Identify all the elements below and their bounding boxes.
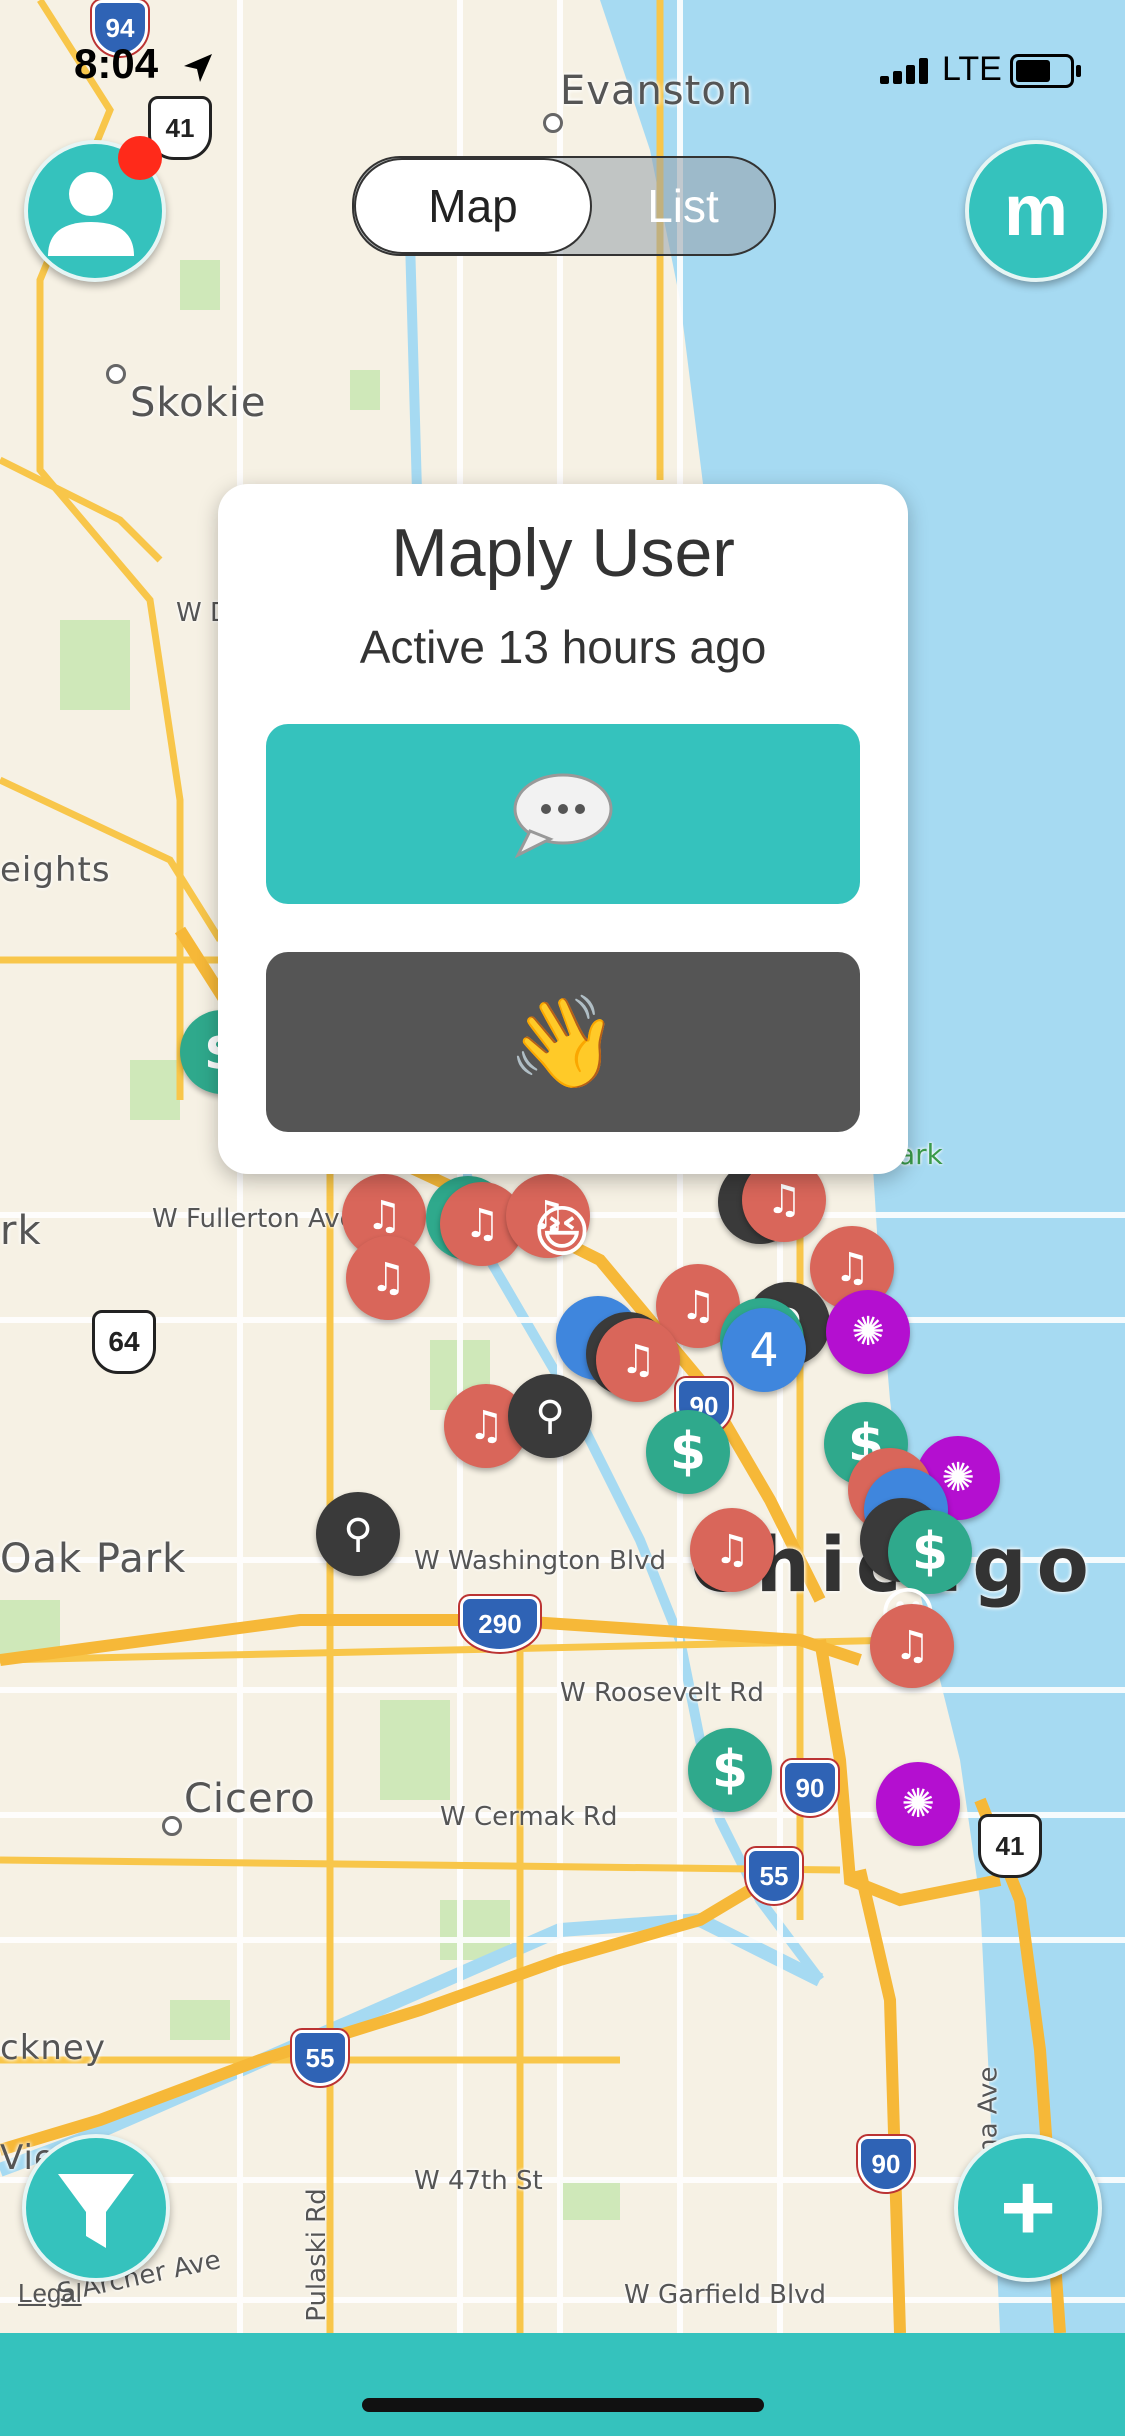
interstate-90-shield-3: 90 [858, 2136, 914, 2192]
funnel-icon [58, 2174, 134, 2248]
street-pulaski: Pulaski Rd [301, 2188, 332, 2322]
maply-logo-button[interactable]: m [965, 140, 1107, 282]
user-popup-card: Maply User Active 13 hours ago 👋 [218, 484, 908, 1174]
street-47th: W 47th St [414, 2166, 543, 2196]
street-fullerton: W Fullerton Ave [152, 1204, 356, 1234]
skokie-dot [106, 364, 126, 384]
us-41-shield-2: 41 [978, 1814, 1042, 1878]
cellular-signal-icon [880, 58, 928, 84]
interstate-90-shield-2: 90 [782, 1760, 838, 1816]
place-skokie: Skokie [130, 380, 267, 426]
place-hackney: ckney [0, 2028, 106, 2068]
cicero-dot [162, 1816, 182, 1836]
interstate-55-shield-2: 55 [292, 2030, 348, 2086]
place-cicero: Cicero [184, 1776, 316, 1822]
il-64-shield: 64 [92, 1310, 156, 1374]
place-oak-park: Oak Park [0, 1536, 187, 1582]
place-heights: eights [0, 850, 111, 890]
home-indicator[interactable] [362, 2398, 764, 2412]
laughing-emoji-pin[interactable]: 😆 [520, 1190, 604, 1274]
clock: 8:04 [74, 40, 159, 87]
street-garfield: W Garfield Blvd [624, 2280, 827, 2310]
street-washington: W Washington Blvd [414, 1546, 666, 1576]
add-button[interactable]: + [954, 2134, 1102, 2282]
search-pin[interactable]: ⚲ [508, 1374, 592, 1458]
money-pin[interactable]: $ [688, 1728, 772, 1812]
message-button[interactable] [266, 724, 860, 904]
user-name: Maply User [391, 515, 735, 591]
location-arrow-icon [184, 54, 212, 82]
cluster-count-pin[interactable]: 4 [722, 1308, 806, 1392]
disco-ball-pin[interactable]: ✺ [876, 1762, 960, 1846]
music-pin[interactable]: ♫ [690, 1508, 774, 1592]
map-list-toggle[interactable]: Map List [352, 156, 776, 256]
legal-link[interactable]: Legal [18, 2278, 82, 2309]
notification-badge [118, 136, 162, 180]
bottom-bar [0, 2333, 1125, 2436]
network-type: LTE [942, 50, 1002, 88]
last-active-status: Active 13 hours ago [359, 621, 767, 673]
place-park: rk [0, 1208, 42, 1254]
street-roosevelt: W Roosevelt Rd [560, 1678, 764, 1708]
speech-bubble-icon [513, 773, 613, 859]
battery-icon [1010, 54, 1081, 88]
wave-button[interactable]: 👋 [266, 952, 860, 1132]
filter-button[interactable] [22, 2134, 170, 2282]
interstate-290-shield: 290 [460, 1596, 540, 1652]
toggle-map[interactable]: Map [354, 158, 592, 254]
toggle-list[interactable]: List [592, 158, 774, 254]
disco-ball-pin[interactable]: ✺ [826, 1290, 910, 1374]
interstate-55-shield: 55 [746, 1848, 802, 1904]
waving-hand-icon: 👋 [506, 992, 620, 1093]
money-pin[interactable]: $ [646, 1410, 730, 1494]
search-pin[interactable]: ⚲ [316, 1492, 400, 1576]
music-pin[interactable]: ♫ [870, 1604, 954, 1688]
street-cermak: W Cermak Rd [440, 1802, 618, 1832]
music-pin[interactable]: ♫ [596, 1318, 680, 1402]
status-bar: 8:04 LTE [0, 0, 1125, 140]
music-pin[interactable]: ♫ [346, 1236, 430, 1320]
